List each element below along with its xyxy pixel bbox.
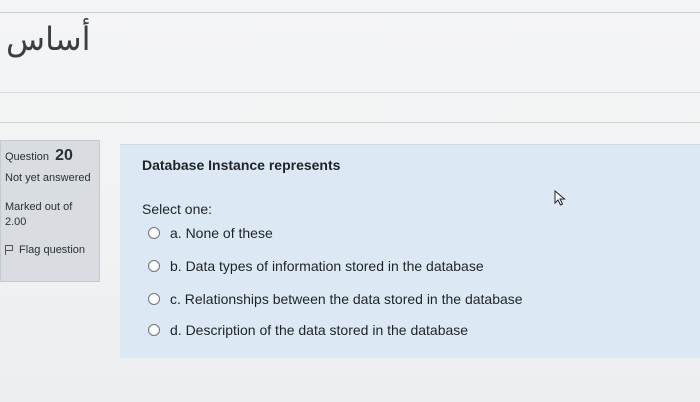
quiz-page: أساس Question 20 Not yet answered Marked…: [0, 0, 700, 402]
flag-question-label: Flag question: [19, 244, 86, 256]
radio-button[interactable]: [148, 293, 160, 305]
question-number-line: Question 20: [5, 147, 95, 165]
question-state: Not yet answered: [5, 172, 91, 184]
answer-option-c[interactable]: c. Relationships between the data stored…: [148, 289, 700, 309]
answer-option-label: d. Description of the data stored in the…: [170, 322, 469, 338]
flag-question-link[interactable]: Flag question: [5, 244, 95, 256]
answer-option-d[interactable]: d. Description of the data stored in the…: [148, 320, 700, 340]
header-rule: [0, 12, 700, 13]
answer-option-label: a. None of these: [170, 225, 273, 241]
radio-button[interactable]: [148, 260, 160, 272]
radio-button[interactable]: [148, 324, 160, 336]
answer-option-a[interactable]: a. None of these: [148, 223, 700, 243]
question-text: Database Instance represents: [142, 157, 341, 173]
flag-icon: [5, 245, 13, 255]
answer-option-label: b. Data types of information stored in t…: [170, 258, 484, 274]
divider: [0, 92, 700, 93]
question-info-panel: Question 20 Not yet answered Marked out …: [0, 140, 100, 282]
answer-option-label: c. Relationships between the data stored…: [170, 291, 523, 307]
question-grade: Marked out of 2.00: [5, 201, 73, 228]
course-title: أساس: [6, 20, 91, 58]
answer-option-b[interactable]: b. Data types of information stored in t…: [148, 256, 700, 276]
select-one-prompt: Select one:: [142, 201, 213, 217]
divider: [0, 122, 700, 123]
question-label: Question: [5, 151, 50, 163]
radio-button[interactable]: [148, 227, 160, 239]
question-content: Database Instance represents Select one:…: [120, 144, 700, 358]
question-number: 20: [55, 147, 73, 164]
mouse-cursor-icon: [554, 190, 566, 206]
